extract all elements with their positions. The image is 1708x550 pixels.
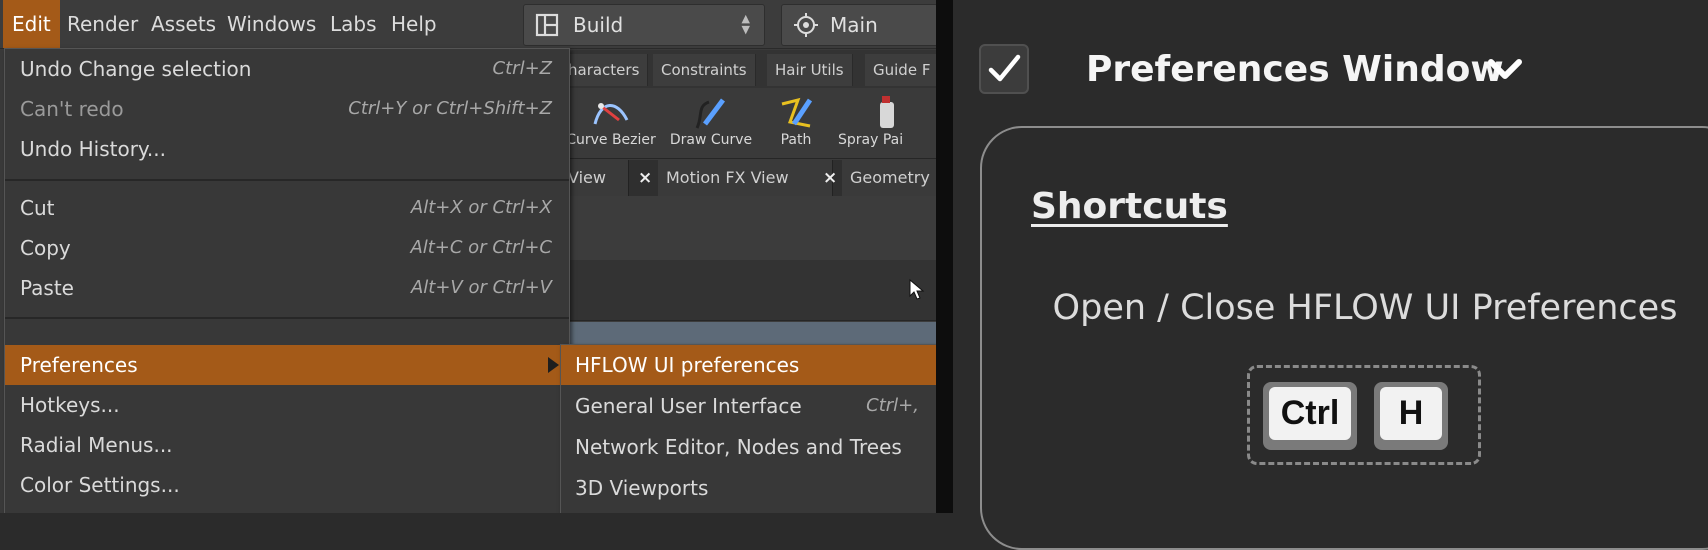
tool-draw-curve[interactable]: Draw Curve xyxy=(664,88,758,158)
menu-item-preferences[interactable]: Preferences xyxy=(5,345,569,385)
menu-item-label: Undo History... xyxy=(20,137,166,161)
menu-item-hotkeys[interactable]: Hotkeys... xyxy=(5,385,569,425)
menu-item-label: Copy xyxy=(20,236,71,260)
preferences-submenu: HFLOW UI preferences General User Interf… xyxy=(560,344,936,513)
shortcuts-section-title: Shortcuts xyxy=(1031,186,1228,227)
tool-label: Draw Curve xyxy=(669,132,753,148)
submenu-item-label: 3D Viewports xyxy=(575,476,709,500)
menu-item-cut[interactable]: Cut Alt+X or Ctrl+X xyxy=(5,188,569,228)
chevron-down-icon[interactable] xyxy=(1487,58,1523,82)
shelf-tab-bar: haracters Constraints Hair Utils Guide F xyxy=(560,50,936,89)
menu-windows[interactable]: Windows xyxy=(218,0,325,48)
menu-separator xyxy=(5,179,569,181)
shelf-tools: Curve Bezier Draw Curve Path Spray Pai xyxy=(560,88,936,159)
menu-item-label: Hotkeys... xyxy=(20,393,120,417)
preferences-checkbox[interactable] xyxy=(979,44,1029,94)
menu-separator xyxy=(5,317,569,319)
shortcut-description: Open / Close HFLOW UI Preferences xyxy=(1052,288,1678,328)
menu-item-redo: Can't redo Ctrl+Y or Ctrl+Shift+Z xyxy=(5,89,569,129)
draw-curve-icon xyxy=(695,98,725,129)
desktop-selector[interactable]: Build ▲ ▼ xyxy=(523,4,765,46)
shelf-tab-characters[interactable]: haracters xyxy=(560,54,649,86)
desktop-selector-value: Build xyxy=(573,13,624,37)
submenu-item-hflow-ui-preferences[interactable]: HFLOW UI preferences xyxy=(561,345,936,385)
menu-item-label: Can't redo xyxy=(20,97,124,121)
submenu-item-network-editor[interactable]: Network Editor, Nodes and Trees xyxy=(561,427,936,467)
menu-item-undo[interactable]: Undo Change selection Ctrl+Z xyxy=(5,49,569,89)
menu-item-color-settings[interactable]: Color Settings... xyxy=(5,465,569,505)
menu-item-copy[interactable]: Copy Alt+C or Ctrl+C xyxy=(5,228,569,268)
layout-icon xyxy=(535,13,559,37)
menu-item-shortcut: Alt+C or Ctrl+C xyxy=(410,237,552,258)
submenu-item-label: Network Editor, Nodes and Trees xyxy=(575,435,902,459)
pane-tab-geometry[interactable]: Geometry xyxy=(842,160,936,196)
tool-label: Spray Pai xyxy=(838,132,904,148)
menu-item-label: Preferences xyxy=(20,353,138,377)
panel-divider xyxy=(936,0,953,513)
preferences-window-title[interactable]: Preferences Window xyxy=(1086,44,1504,96)
tool-curve-bezier[interactable]: Curve Bezier xyxy=(560,88,662,158)
submenu-item-shortcut: Ctrl+, xyxy=(866,395,919,416)
keycap-label: H xyxy=(1380,387,1442,440)
checkmark-icon xyxy=(988,54,1021,82)
shelf-tab-guide[interactable]: Guide F xyxy=(865,54,936,86)
spinner-arrows-icon: ▲ ▼ xyxy=(741,12,750,36)
tool-spray-paint[interactable]: Spray Pai xyxy=(836,88,936,158)
menu-help[interactable]: Help xyxy=(382,0,446,48)
menu-item-label: Radial Menus... xyxy=(20,433,173,457)
menu-item-paste[interactable]: Paste Alt+V or Ctrl+V xyxy=(5,268,569,308)
menu-render[interactable]: Render xyxy=(58,0,147,48)
menu-item-shortcut: Ctrl+Z xyxy=(492,58,552,79)
menu-item-shortcut: Alt+X or Ctrl+X xyxy=(410,197,552,218)
submenu-arrow-icon xyxy=(548,357,559,373)
tool-label: Path xyxy=(780,132,812,148)
menu-item-radial-menus[interactable]: Radial Menus... xyxy=(5,425,569,465)
keycap-label: Ctrl xyxy=(1269,387,1351,440)
pane-tab-view[interactable]: View xyxy=(560,160,629,196)
shelf-tab-hair-utils[interactable]: Hair Utils xyxy=(767,54,853,86)
keycap-h: H xyxy=(1374,382,1448,450)
menu-labs[interactable]: Labs xyxy=(321,0,386,48)
edit-menu-dropdown: Undo Change selection Ctrl+Z Can't redo … xyxy=(4,48,570,513)
shelf-tab-constraints[interactable]: Constraints xyxy=(653,54,756,86)
tool-path[interactable]: Path xyxy=(760,88,832,158)
submenu-item-label: General User Interface xyxy=(575,394,802,418)
submenu-item-general-user-interface[interactable]: General User Interface Ctrl+, xyxy=(561,386,936,426)
menu-item-label: Cut xyxy=(20,196,55,220)
cursor-icon xyxy=(909,278,925,300)
houdini-app-window: Edit Render Assets Windows Labs Help Bui… xyxy=(0,0,936,513)
menu-edit[interactable]: Edit xyxy=(3,0,60,48)
menu-item-shortcut: Alt+V or Ctrl+V xyxy=(410,277,552,298)
tool-label: Curve Bezier xyxy=(566,132,656,148)
pane-tab-motion-fx-view[interactable]: Motion FX View xyxy=(658,160,833,196)
close-icon[interactable]: × xyxy=(823,160,837,196)
crosshair-icon xyxy=(794,13,818,37)
path-icon xyxy=(781,97,813,128)
keycap-ctrl: Ctrl xyxy=(1263,382,1357,450)
menu-assets[interactable]: Assets xyxy=(142,0,225,48)
close-icon[interactable]: × xyxy=(638,160,652,196)
curve-bezier-icon xyxy=(593,103,629,125)
menu-item-label: Color Settings... xyxy=(20,473,180,497)
menu-item-label: Undo Change selection xyxy=(20,57,252,81)
menu-item-shortcut: Ctrl+Y or Ctrl+Shift+Z xyxy=(348,98,552,119)
menu-item-undo-history[interactable]: Undo History... xyxy=(5,129,569,169)
pane-tab-bar: View × Motion FX View × Geometry xyxy=(560,160,936,197)
spray-paint-icon xyxy=(880,96,894,128)
menu-item-label: Paste xyxy=(20,276,74,300)
main-context-button[interactable]: Main xyxy=(781,4,936,46)
viewer-toolbar xyxy=(560,260,936,321)
main-context-label: Main xyxy=(830,13,878,37)
submenu-item-3d-viewports[interactable]: 3D Viewports xyxy=(561,468,936,508)
submenu-item-label: HFLOW UI preferences xyxy=(575,353,800,377)
